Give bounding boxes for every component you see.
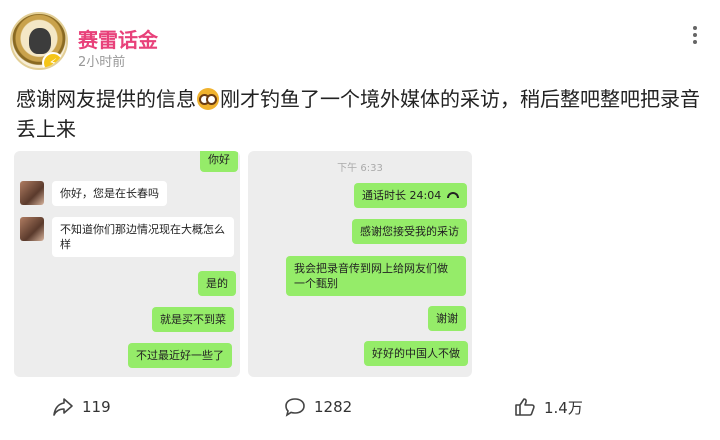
action-bar: 119 1282 1.4万 <box>0 390 720 424</box>
chat-bubble: 不知道你们那边情况现在大概怎么样 <box>52 217 234 257</box>
chat-time: 下午 6:33 <box>337 163 383 174</box>
avatar[interactable]: ⚡ <box>10 12 68 70</box>
chat-bubble: 感谢您接受我的采访 <box>352 219 467 244</box>
verified-badge-icon: ⚡ <box>42 52 64 68</box>
chat-bubble: 谢谢 <box>428 306 466 331</box>
chat-bubble: 你好，您是在长春吗 <box>52 181 167 206</box>
post-header: ⚡ 赛雷话金 2小时前 <box>0 0 720 76</box>
chat-screenshot-left[interactable]: 你好 你好，您是在长春吗 不知道你们那边情况现在大概怎么样 是的 就是买不到菜 … <box>14 151 240 377</box>
post-time: 2小时前 <box>78 55 126 70</box>
share-count: 119 <box>82 398 111 416</box>
chat-avatar <box>20 181 44 205</box>
chat-avatar <box>20 217 44 241</box>
owl-emoji-icon <box>197 88 219 110</box>
share-button[interactable]: 119 <box>52 390 111 424</box>
comment-button[interactable]: 1282 <box>284 390 352 424</box>
share-icon <box>53 398 73 416</box>
chat-bubble: 不过最近好一些了 <box>128 343 232 368</box>
comment-count: 1282 <box>314 398 353 416</box>
chat-bubble: 是的 <box>198 271 236 296</box>
more-options-icon[interactable] <box>692 26 698 46</box>
chat-bubble: 好好的中国人不做 <box>364 341 468 366</box>
like-button[interactable]: 1.4万 <box>514 390 583 424</box>
call-duration-bubble: 通话时长 24:04 <box>354 183 468 208</box>
post-body: 感谢网友提供的信息 刚才钓鱼了一个境外媒体的采访，稍后整吧整吧把录音丢上来 <box>16 84 716 144</box>
phone-icon <box>447 192 460 198</box>
avatar-figure <box>29 28 51 54</box>
call-duration-label: 通话时长 24:04 <box>362 189 442 202</box>
chat-bubble: 就是买不到菜 <box>152 307 234 332</box>
chat-bubble: 我会把录音传到网上给网友们做一个甄别 <box>286 256 466 296</box>
thumbs-up-icon <box>515 398 535 416</box>
username[interactable]: 赛雷话金 <box>78 24 158 53</box>
chat-bubble: 你好 <box>200 151 238 172</box>
like-count: 1.4万 <box>544 398 583 417</box>
comment-icon <box>285 398 305 417</box>
chat-screenshot-right[interactable]: 下午 6:33 通话时长 24:04 感谢您接受我的采访 我会把录音传到网上给网… <box>248 151 472 377</box>
post-text-part1: 感谢网友提供的信息 <box>16 87 196 111</box>
